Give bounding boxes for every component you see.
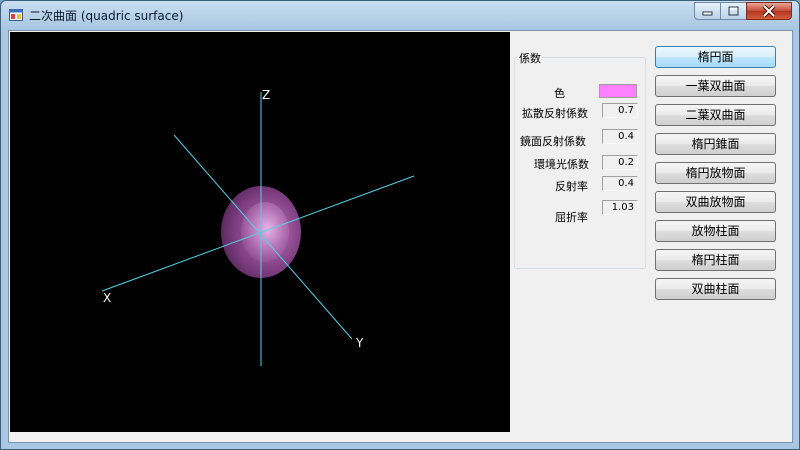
specular-label: 鏡面反射係数	[520, 135, 586, 148]
x-axis-label: X	[103, 291, 111, 305]
refractive-label: 屈折率	[555, 211, 588, 224]
close-icon	[762, 4, 776, 18]
ambient-label: 環境光係数	[534, 158, 589, 171]
z-axis-label: Z	[262, 88, 270, 102]
y-axis	[173, 134, 353, 340]
elliptic-cone-button[interactable]: 楕円錐面	[655, 133, 776, 155]
hyperbolic-cylinder-button[interactable]: 双曲柱面	[655, 278, 776, 300]
ellipsoid-button[interactable]: 楕円面	[655, 46, 776, 68]
minimize-button[interactable]	[694, 2, 721, 20]
coefficients-group: 係数 色 拡散反射係数 0.7 鏡面反射係数 0.4 環境光係数 0.2 反射率…	[514, 50, 646, 269]
maximize-icon	[728, 6, 739, 16]
parabolic-cylinder-button[interactable]: 放物柱面	[655, 220, 776, 242]
app-window-icon	[9, 9, 23, 21]
reflectance-label: 反射率	[555, 180, 588, 193]
maximize-button[interactable]	[720, 2, 747, 20]
hyperboloid-two-sheets-button[interactable]: 二葉双曲面	[655, 104, 776, 126]
color-label: 色	[554, 87, 565, 100]
application-window: 二次曲面 (quadric surface) Z X Y 係数 色 拡散反射係数…	[0, 0, 800, 450]
window-title: 二次曲面 (quadric surface)	[29, 9, 184, 23]
client-area: Z X Y 係数 色 拡散反射係数 0.7 鏡面反射係数 0.4 環境光係数 0…	[8, 30, 793, 443]
elliptic-cylinder-button[interactable]: 楕円柱面	[655, 249, 776, 271]
render-viewport[interactable]: Z X Y	[10, 32, 510, 432]
y-axis-label: Y	[355, 336, 364, 350]
title-bar[interactable]: 二次曲面 (quadric surface)	[1, 1, 799, 30]
diffuse-label: 拡散反射係数	[522, 107, 588, 120]
reflectance-value[interactable]: 0.4	[602, 176, 638, 191]
minimize-icon	[702, 11, 713, 16]
hyperbolic-paraboloid-button[interactable]: 双曲放物面	[655, 191, 776, 213]
hyperboloid-one-sheet-button[interactable]: 一葉双曲面	[655, 75, 776, 97]
color-swatch[interactable]	[599, 84, 637, 98]
ambient-value[interactable]: 0.2	[602, 155, 638, 170]
close-button[interactable]	[746, 2, 792, 20]
refractive-value[interactable]: 1.03	[602, 200, 638, 215]
group-title: 係数	[518, 50, 542, 66]
diffuse-value[interactable]: 0.7	[602, 103, 638, 118]
specular-value[interactable]: 0.4	[602, 129, 638, 144]
elliptic-paraboloid-button[interactable]: 楕円放物面	[655, 162, 776, 184]
